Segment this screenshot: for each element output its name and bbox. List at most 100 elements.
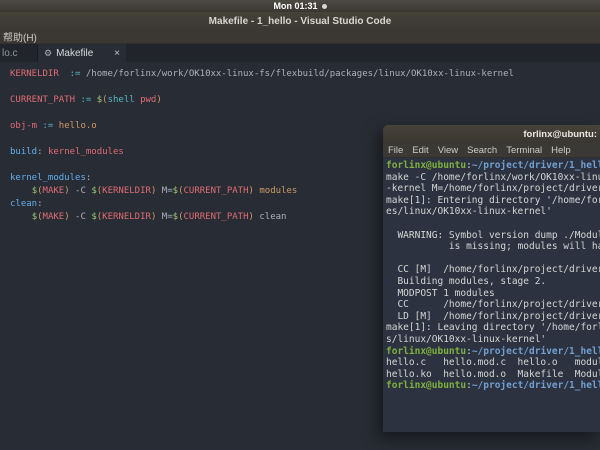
text-segment (10, 186, 32, 196)
makefile-file-icon: ⚙ (44, 48, 52, 59)
vscode-titlebar[interactable]: Makefile - 1_hello - Visual Studio Code (0, 12, 600, 30)
vscode-menubar: 帮助(H) (0, 30, 600, 44)
terminal-line: Building modules, stage 2. (386, 276, 600, 288)
text-segment: make[1]: Entering directory '/home/for (386, 195, 600, 206)
terminal-line: make -C /home/forlinx/work/OK10xx-linu (386, 172, 600, 184)
code-line: KERNELDIR := /home/forlinx/work/OK10xx-l… (10, 68, 600, 81)
code-line (10, 107, 600, 120)
text-segment: KERNELDIR (10, 69, 70, 79)
terminal-title: forlinx@ubuntu: (523, 129, 597, 140)
terminal-line: hello.ko hello.mod.o Makefile Modul (386, 369, 600, 381)
terminal-line: forlinx@ubuntu:~/project/driver/1_hell (386, 346, 600, 358)
terminal-output[interactable]: forlinx@ubuntu:~/project/driver/1_hellma… (383, 158, 600, 432)
text-segment: -C (70, 212, 92, 222)
panel-indicator-icon[interactable] (322, 4, 327, 9)
text-segment: MAKE (43, 212, 65, 222)
text-segment: CURRENT_PATH (10, 95, 80, 105)
text-segment: clean (254, 212, 287, 222)
text-segment: := (70, 69, 86, 79)
terminal-line: is missing; modules will ha (386, 241, 600, 253)
terminal-line: forlinx@ubuntu:~/project/driver/1_hell (386, 160, 600, 172)
text-segment: kernel_modules (10, 173, 86, 183)
text-segment: CC [M] /home/forlinx/project/driver (386, 264, 600, 275)
text-segment: WARNING: Symbol version dump ./Modul (386, 230, 600, 241)
terminal-line: MODPOST 1 modules (386, 288, 600, 300)
text-segment: CC /home/forlinx/project/driver (386, 299, 600, 310)
text-segment: KERNELDIR (102, 186, 151, 196)
text-segment: pwd (140, 95, 156, 105)
terminal-menu-item[interactable]: View (438, 145, 458, 156)
text-segment: hello.o (59, 121, 97, 131)
terminal-line: make[1]: Entering directory '/home/for (386, 195, 600, 207)
text-segment: LD [M] /home/forlinx/project/driver (386, 311, 600, 322)
text-segment: MODPOST 1 modules (386, 288, 495, 299)
text-segment: CURRENT_PATH (183, 212, 248, 222)
text-segment: -kernel M=/home/forlinx/project/driver (386, 183, 600, 194)
terminal-menu-item[interactable]: Edit (412, 145, 428, 156)
text-segment: forlinx@ubuntu (386, 346, 466, 357)
text-segment: CURRENT_PATH (183, 186, 248, 196)
tab-makefile[interactable]: ⚙ Makefile × (38, 44, 126, 62)
text-segment: make[1]: Leaving directory '/home/forl (386, 322, 600, 333)
text-segment: : (86, 173, 91, 183)
text-segment: obj-m (10, 121, 43, 131)
terminal-menu-item[interactable]: File (388, 145, 403, 156)
terminal-line (386, 253, 600, 265)
text-segment: M= (156, 186, 172, 196)
text-segment: ) (156, 95, 161, 105)
terminal-line: forlinx@ubuntu:~/project/driver/1_hell (386, 380, 600, 392)
text-segment: Building modules, stage 2. (386, 276, 546, 287)
text-segment: s/linux/OK10xx-linux-kernel' (386, 334, 546, 345)
text-segment: make -C /home/forlinx/work/OK10xx-linu (386, 172, 600, 183)
desktop: { "colors": { "red": "#e06c75", "cyan": … (0, 0, 600, 450)
text-segment: : (37, 147, 48, 157)
vscode-window-title: Makefile - 1_hello - Visual Studio Code (209, 16, 392, 27)
text-segment: ~/project/driver/1_hell (472, 380, 600, 391)
terminal-line: -kernel M=/home/forlinx/project/driver (386, 183, 600, 195)
tab-hello-c[interactable]: lo.c (0, 44, 38, 62)
text-segment: := (43, 121, 59, 131)
text-segment: forlinx@ubuntu (386, 380, 466, 391)
text-segment: hello.c hello.mod.c hello.o modul (386, 357, 600, 368)
text-segment: clean (10, 199, 37, 209)
terminal-line: CC /home/forlinx/project/driver (386, 299, 600, 311)
ubuntu-top-panel: Mon 01:31 (0, 0, 600, 12)
text-segment: M= (156, 212, 172, 222)
tab-makefile-label: Makefile (56, 48, 93, 59)
text-segment: shell (108, 95, 141, 105)
text-segment: forlinx@ubuntu (386, 160, 466, 171)
terminal-line: WARNING: Symbol version dump ./Modul (386, 230, 600, 242)
text-segment: hello.ko hello.mod.o Makefile Modul (386, 369, 600, 380)
terminal-menu-item[interactable]: Search (467, 145, 497, 156)
terminal-line: make[1]: Leaving directory '/home/forl (386, 322, 600, 334)
text-segment: modules (254, 186, 297, 196)
terminal-line (386, 218, 600, 230)
code-line: CURRENT_PATH := $(shell pwd) (10, 94, 600, 107)
close-icon[interactable]: × (114, 48, 120, 59)
panel-clock[interactable]: Mon 01:31 (273, 1, 317, 11)
menu-item-help[interactable]: 帮助(H) (3, 29, 37, 44)
terminal-menubar: File Edit View Search Terminal Help (383, 143, 600, 158)
text-segment: ~/project/driver/1_hell (472, 346, 600, 357)
terminal-line: hello.c hello.mod.c hello.o modul (386, 357, 600, 369)
text-segment: -C (70, 186, 92, 196)
terminal-line: CC [M] /home/forlinx/project/driver (386, 264, 600, 276)
text-segment: is missing; modules will ha (386, 241, 600, 252)
terminal-titlebar[interactable]: forlinx@ubuntu: (383, 125, 600, 143)
tab-hello-c-label: lo.c (2, 48, 18, 59)
text-segment: MAKE (43, 186, 65, 196)
code-line (10, 81, 600, 94)
text-segment: kernel_modules (48, 147, 124, 157)
vscode-tabbar: lo.c ⚙ Makefile × (0, 44, 600, 62)
text-segment: : (37, 199, 42, 209)
text-segment: := (80, 95, 96, 105)
text-segment: es/linux/OK10xx-linux-kernel' (386, 206, 552, 217)
text-segment: ~/project/driver/1_hell (472, 160, 600, 171)
terminal-menu-item[interactable]: Terminal (506, 145, 542, 156)
terminal-line: LD [M] /home/forlinx/project/driver (386, 311, 600, 323)
text-segment: build (10, 147, 37, 157)
terminal-window: forlinx@ubuntu: File Edit View Search Termin… (383, 125, 600, 432)
text-segment (10, 212, 32, 222)
terminal-line: s/linux/OK10xx-linux-kernel' (386, 334, 600, 346)
terminal-menu-item[interactable]: Help (551, 145, 571, 156)
